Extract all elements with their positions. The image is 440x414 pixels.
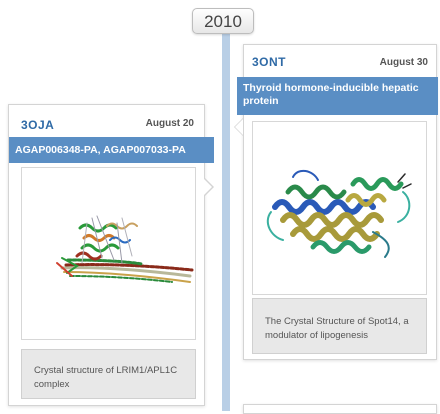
timeline-line xyxy=(222,34,230,411)
entry-date: August 20 xyxy=(145,118,194,129)
entry-caption: The Crystal Structure of Spot14, a modul… xyxy=(252,298,427,354)
card-pointer-fill xyxy=(204,179,212,195)
entry-caption: Crystal structure of LRIM1/APL1C complex xyxy=(21,349,196,399)
next-entry-card[interactable] xyxy=(243,404,437,414)
protein-structure-graphic xyxy=(266,169,412,258)
card-pointer-fill xyxy=(235,119,243,135)
protein-structure-graphic xyxy=(56,215,194,283)
protein-structure-image[interactable] xyxy=(21,167,196,340)
entry-card-3oja[interactable]: 3OJA August 20 AGAP006348-PA, AGAP007033… xyxy=(8,104,214,406)
entry-card-3ont[interactable]: 3ONT August 30 Thyroid hormone-inducible… xyxy=(237,44,438,360)
entry-title-bar[interactable]: Thyroid hormone-inducible hepatic protei… xyxy=(237,77,438,115)
entry-date: August 30 xyxy=(379,57,428,68)
protein-structure-image[interactable] xyxy=(252,121,427,295)
pdb-id-link[interactable]: 3OJA xyxy=(21,118,54,132)
year-badge[interactable]: 2010 xyxy=(192,8,254,34)
entry-title-bar[interactable]: AGAP006348-PA, AGAP007033-PA xyxy=(9,137,214,163)
pdb-id-link[interactable]: 3ONT xyxy=(252,55,286,69)
